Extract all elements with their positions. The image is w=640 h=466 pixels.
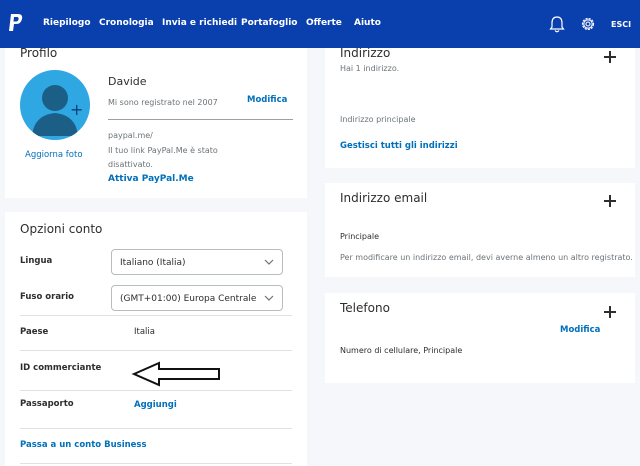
merchant-id-label: ID commerciante xyxy=(20,363,102,373)
country-label: Paese xyxy=(20,327,49,337)
profile-divider xyxy=(108,119,293,120)
add-phone-icon[interactable] xyxy=(604,306,616,318)
nav-item-offerte[interactable]: Offerte xyxy=(306,18,342,28)
language-label: Lingua xyxy=(20,256,53,266)
manage-addresses-link[interactable]: Gestisci tutti gli indirizzi xyxy=(340,141,458,151)
phone-title: Telefono xyxy=(340,301,390,315)
language-select[interactable]: Italiano (Italia) xyxy=(111,249,283,275)
nav-item-riepilogo[interactable]: Riepilogo xyxy=(43,18,91,28)
switch-to-business-link[interactable]: Passa a un conto Business xyxy=(20,440,147,450)
account-options-title: Opzioni conto xyxy=(20,222,103,236)
paypalme-status-text-2: disattivato. xyxy=(108,160,153,169)
activate-paypalme-link[interactable]: Attiva PayPal.Me xyxy=(108,174,194,184)
add-passport-link[interactable]: Aggiungi xyxy=(134,400,177,410)
address-title: Indirizzo xyxy=(340,46,391,60)
nav-item-aiuto[interactable]: Aiuto xyxy=(354,18,381,28)
divider xyxy=(20,428,292,429)
country-value: Italia xyxy=(134,327,155,337)
divider xyxy=(20,350,292,351)
paypalme-status-text: Il tuo link PayPal.Me è stato xyxy=(108,146,218,155)
bell-icon[interactable] xyxy=(549,15,565,33)
address-count-text: Hai 1 indirizzo. xyxy=(340,64,400,73)
edit-profile-link[interactable]: Modifica xyxy=(247,95,287,105)
nav-item-cronologia[interactable]: Cronologia xyxy=(99,18,154,28)
chevron-down-icon xyxy=(264,295,274,301)
nav-item-invia-e-richiedi[interactable]: Invia e richiedi xyxy=(162,18,237,28)
update-photo-link[interactable]: Aggiorna foto xyxy=(25,150,83,160)
timezone-label: Fuso orario xyxy=(20,292,75,302)
member-since-text: Mi sono registrato nel 2007 xyxy=(108,98,218,107)
timezone-select[interactable]: (GMT+01:00) Europa Centrale xyxy=(111,285,283,311)
nav-item-portafoglio[interactable]: Portafoglio xyxy=(241,18,298,28)
timezone-select-value: (GMT+01:00) Europa Centrale xyxy=(120,294,257,304)
profile-name: Davide xyxy=(108,75,147,88)
primary-email-label: Principale xyxy=(340,232,380,241)
email-note-text: Per modificare un indirizzo email, devi … xyxy=(340,253,633,262)
language-select-value: Italiano (Italia) xyxy=(120,258,186,268)
paypalme-url-text: paypal.me/ xyxy=(108,131,153,140)
edit-phone-link[interactable]: Modifica xyxy=(560,325,600,335)
top-navigation-bar: Riepilogo Cronologia Invia e richiedi Po… xyxy=(0,0,640,48)
divider xyxy=(20,390,292,391)
divider xyxy=(20,463,292,464)
add-photo-icon[interactable]: + xyxy=(70,100,83,119)
add-address-icon[interactable] xyxy=(604,51,616,63)
phone-description-text: Numero di cellulare, Principale xyxy=(340,346,463,355)
add-email-icon[interactable] xyxy=(604,195,616,207)
passport-label: Passaporto xyxy=(20,399,74,409)
gear-icon[interactable] xyxy=(579,15,597,33)
email-title: Indirizzo email xyxy=(340,191,428,205)
primary-address-text: Indirizzo principale xyxy=(340,115,416,124)
logout-button[interactable]: ESCI xyxy=(611,20,631,29)
paypal-logo-icon[interactable] xyxy=(8,13,24,33)
arrow-left-icon xyxy=(131,361,220,387)
chevron-down-icon xyxy=(264,259,274,265)
profile-title: Profilo xyxy=(20,46,58,60)
divider xyxy=(20,315,292,316)
